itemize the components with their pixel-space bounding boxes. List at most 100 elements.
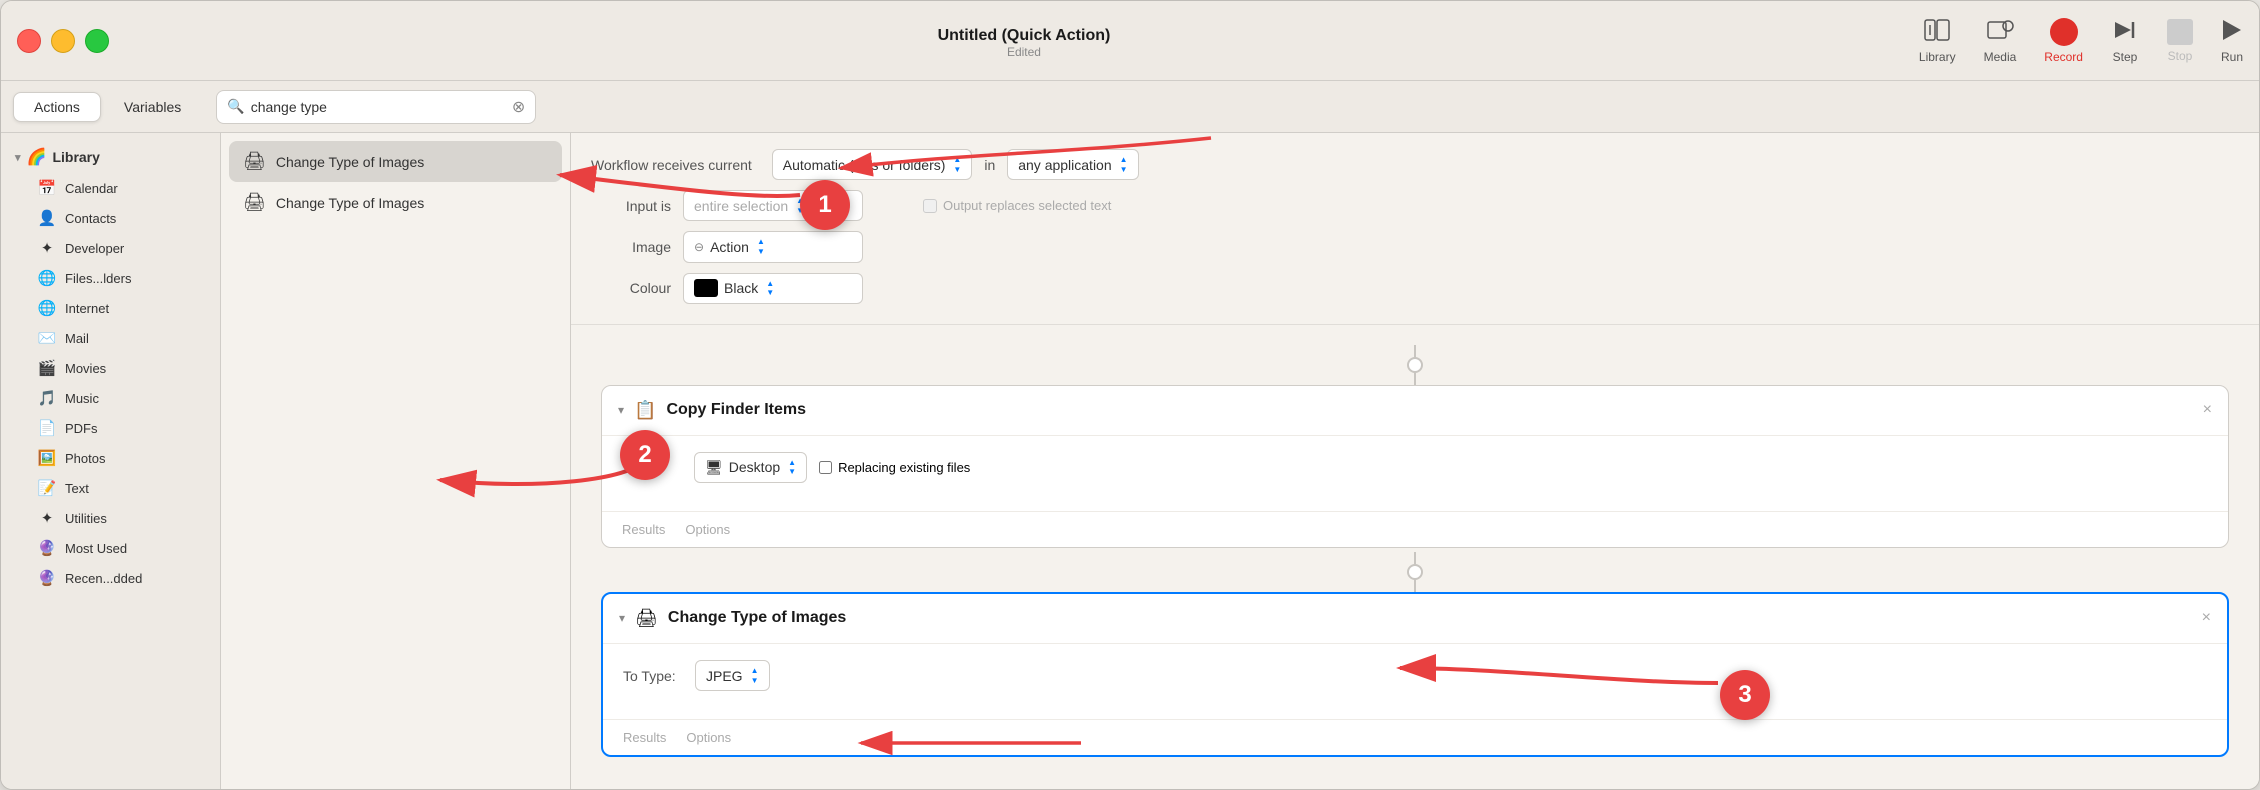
workflow-area: Workflow receives current Automatic (fil…	[571, 133, 2259, 789]
tab-actions[interactable]: Actions	[13, 92, 101, 122]
sidebar-item-label: Recen...dded	[65, 571, 142, 586]
main-window: Untitled (Quick Action) Edited Library	[0, 0, 2260, 790]
sidebar-item-developer[interactable]: ✦ Developer	[5, 233, 216, 263]
sidebar-item-utilities[interactable]: ✦ Utilities	[5, 503, 216, 533]
sidebar-item-label: Most Used	[65, 541, 127, 556]
to-select[interactable]: 🖥 Desktop ▲ ▼	[694, 452, 807, 483]
app-select[interactable]: any application ▲ ▼	[1007, 149, 1138, 180]
library-button[interactable]: Library	[1919, 18, 1956, 64]
minimize-button[interactable]	[51, 29, 75, 53]
colour-swatch	[694, 279, 718, 297]
annotation-3-number: 3	[1738, 681, 1751, 709]
card-results-link-1[interactable]: Results	[623, 730, 666, 745]
sidebar-item-files[interactable]: 🌐 Files...lders	[5, 263, 216, 293]
sidebar-item-label: Internet	[65, 301, 109, 316]
sidebar-item-recently-added[interactable]: 🔮 Recen...dded	[5, 563, 216, 593]
action-item-icon-1: 🖨	[243, 192, 266, 213]
sidebar-item-label: PDFs	[65, 421, 98, 436]
card-options-link-0[interactable]: Options	[685, 522, 730, 537]
pdfs-icon: 📄	[37, 419, 57, 437]
action-item-1[interactable]: 🖨 Change Type of Images	[229, 182, 562, 223]
step-icon	[2111, 18, 2139, 46]
app-stepper[interactable]: ▲ ▼	[1120, 155, 1128, 174]
action-item-icon-0: 🖨	[243, 151, 266, 172]
photos-icon: 🖼️	[37, 449, 57, 467]
to-type-stepper-down-icon: ▼	[751, 676, 759, 686]
connector-dot-middle	[1407, 564, 1423, 580]
colour-stepper[interactable]: ▲ ▼	[766, 279, 774, 298]
sidebar-item-text[interactable]: 📝 Text	[5, 473, 216, 503]
tab-variables[interactable]: Variables	[103, 92, 202, 122]
stop-label: Stop	[2168, 49, 2193, 63]
card-change-type-footer: Results Options	[603, 719, 2227, 755]
run-label: Run	[2221, 50, 2243, 64]
sidebar-item-label: Utilities	[65, 511, 107, 526]
card-close-button-0[interactable]: ×	[2203, 401, 2212, 419]
to-type-stepper[interactable]: ▲ ▼	[751, 666, 759, 685]
to-stepper[interactable]: ▲ ▼	[788, 458, 796, 477]
sidebar-item-mail[interactable]: ✉️ Mail	[5, 323, 216, 353]
sidebar-item-photos[interactable]: 🖼️ Photos	[5, 443, 216, 473]
action-item-0[interactable]: 🖨 Change Type of Images	[229, 141, 562, 182]
to-type-select[interactable]: JPEG ▲ ▼	[695, 660, 770, 691]
action-list: 🖨 Change Type of Images 🖨 Change Type of…	[221, 133, 571, 789]
stop-button[interactable]: Stop	[2167, 19, 2193, 63]
titlebar: Untitled (Quick Action) Edited Library	[1, 1, 2259, 81]
sidebar-item-internet[interactable]: 🌐 Internet	[5, 293, 216, 323]
image-stepper-down-icon: ▼	[757, 247, 765, 257]
step-button[interactable]: Step	[2111, 18, 2139, 64]
media-button[interactable]: Media	[1984, 18, 2017, 64]
copy-finder-icon: 📋	[634, 400, 656, 421]
to-type-value-label: JPEG	[706, 668, 743, 684]
sidebar-group-library-header[interactable]: ▾ 🌈 Library	[1, 141, 220, 173]
replacing-row: Replacing existing files	[819, 460, 970, 475]
sidebar-item-movies[interactable]: 🎬 Movies	[5, 353, 216, 383]
card-close-button-1[interactable]: ×	[2202, 609, 2211, 627]
sidebar-item-calendar[interactable]: 📅 Calendar	[5, 173, 216, 203]
image-select[interactable]: ⊖ Action ▲ ▼	[683, 231, 863, 262]
files-icon: 🌐	[37, 269, 57, 287]
sidebar-item-most-used[interactable]: 🔮 Most Used	[5, 533, 216, 563]
automatic-select[interactable]: Automatic (files or folders) ▲ ▼	[772, 149, 973, 180]
annotation-2: 2	[620, 430, 670, 480]
record-icon	[2050, 18, 2078, 46]
record-button[interactable]: Record	[2044, 18, 2083, 64]
output-replaces-checkbox[interactable]	[923, 199, 937, 213]
sidebar-item-music[interactable]: 🎵 Music	[5, 383, 216, 413]
sidebar-item-pdfs[interactable]: 📄 PDFs	[5, 413, 216, 443]
to-row: To: 🖥 Desktop ▲ ▼ Replacing existing fil…	[622, 452, 2208, 483]
annotation-1: 1	[800, 180, 850, 230]
automatic-stepper[interactable]: ▲ ▼	[953, 155, 961, 174]
sidebar-item-contacts[interactable]: 👤 Contacts	[5, 203, 216, 233]
to-type-row: To Type: JPEG ▲ ▼	[623, 660, 2207, 691]
run-icon	[2221, 18, 2243, 46]
to-stepper-down-icon: ▼	[788, 467, 796, 477]
card-copy-finder-items-title: Copy Finder Items	[666, 401, 2192, 419]
card-results-link-0[interactable]: Results	[622, 522, 665, 537]
library-group-label: Library	[52, 149, 99, 165]
sidebar: ▾ 🌈 Library 📅 Calendar 👤 Contacts ✦ Deve…	[1, 133, 221, 789]
image-stepper[interactable]: ▲ ▼	[757, 237, 765, 256]
chevron-down-icon: ▾	[15, 151, 21, 164]
clear-search-button[interactable]: ⊗	[512, 97, 525, 117]
to-value-label: Desktop	[729, 459, 780, 475]
card-chevron-icon-2[interactable]: ▾	[619, 611, 625, 625]
change-type-icon: 🖨	[635, 608, 658, 629]
colour-select[interactable]: Black ▲ ▼	[683, 273, 863, 304]
card-options-link-1[interactable]: Options	[686, 730, 731, 745]
replacing-checkbox[interactable]	[819, 461, 832, 474]
sidebar-item-label: Calendar	[65, 181, 118, 196]
sidebar-item-label: Photos	[65, 451, 105, 466]
action-item-label-1: Change Type of Images	[276, 195, 424, 211]
maximize-button[interactable]	[85, 29, 109, 53]
calendar-icon: 📅	[37, 179, 57, 197]
close-button[interactable]	[17, 29, 41, 53]
card-chevron-icon[interactable]: ▾	[618, 403, 624, 417]
run-button[interactable]: Run	[2221, 18, 2243, 64]
action-item-label-0: Change Type of Images	[276, 154, 424, 170]
window-subtitle: Edited	[1007, 45, 1041, 59]
annotation-2-number: 2	[638, 441, 651, 469]
sidebar-item-label: Contacts	[65, 211, 116, 226]
text-icon: 📝	[37, 479, 57, 497]
search-input[interactable]	[251, 99, 506, 115]
